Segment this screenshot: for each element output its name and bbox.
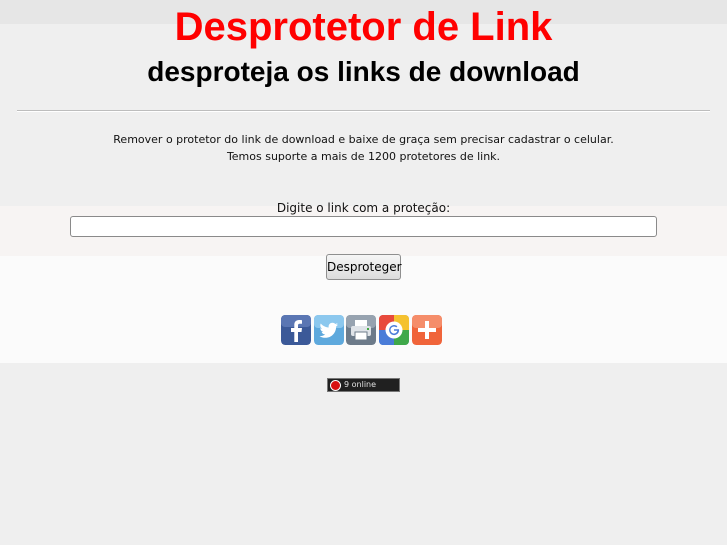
description-line-1: Remover o protetor do link de download e… [113,133,614,146]
online-counter[interactable]: 9 online [327,378,400,392]
print-button[interactable] [346,315,376,345]
add-share-button[interactable] [412,315,442,345]
google-icon [379,315,409,345]
link-prompt-label: Digite o link com a proteção: [276,201,451,215]
page-title: Desprotetor de Link [174,5,553,49]
description-line-2: Temos suporte a mais de 1200 protetores … [226,150,501,163]
online-count: 9 online [344,380,377,389]
facebook-share-button[interactable] [281,315,311,345]
link-input[interactable] [70,216,657,237]
header-divider [17,110,710,112]
twitter-icon [314,315,344,345]
counter-logo-icon [330,380,341,391]
page-header: Desprotetor de Link desproteja os links … [0,0,727,106]
add-icon [412,315,442,345]
twitter-share-button[interactable] [314,315,344,345]
google-share-button[interactable] [379,315,409,345]
unprotect-button[interactable]: Desproteger [326,254,402,280]
description: Remover o protetor do link de download e… [0,131,727,165]
facebook-icon [281,315,311,345]
page-subtitle: desproteja os links de download [147,56,580,87]
print-icon [346,315,376,345]
